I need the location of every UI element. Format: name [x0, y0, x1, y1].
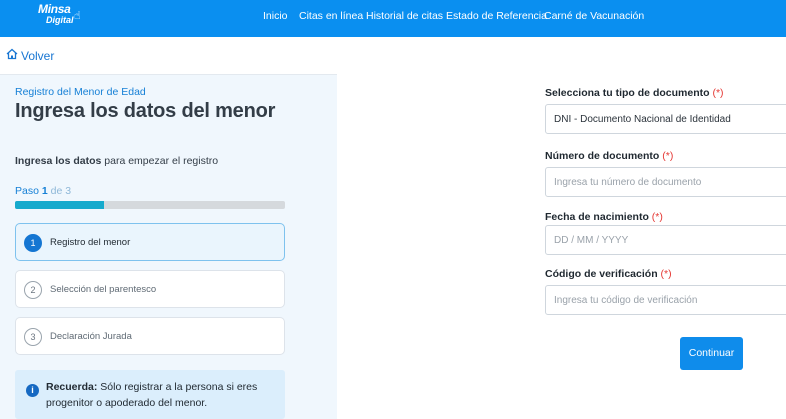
verification-code-label: Código de verificación (*)	[545, 268, 672, 280]
nav-estado-de-referencia[interactable]: Estado de Referencia	[446, 10, 547, 22]
doc-type-select[interactable]: DNI - Documento Nacional de Identidad	[545, 104, 786, 134]
minsa-digital-logo[interactable]: Minsa Digital ☝	[38, 2, 81, 25]
top-navbar: Minsa Digital ☝ Inicio Citas en línea Hi…	[0, 0, 786, 37]
hand-pointer-icon: ☝	[74, 10, 81, 22]
step-label: Registro del menor	[50, 237, 131, 248]
birth-date-label-text: Fecha de nacimiento	[545, 211, 649, 223]
nav-inicio[interactable]: Inicio	[263, 10, 288, 22]
home-icon[interactable]	[6, 48, 18, 60]
progress-fill	[15, 201, 105, 209]
page-subtitle: Registro del Menor de Edad	[15, 86, 146, 98]
left-panel: Volver Registro del Menor de Edad Ingres…	[0, 37, 337, 419]
doc-number-label-text: Número de documento	[545, 150, 660, 162]
intro-bold: Ingresa los datos	[15, 155, 102, 167]
intro-text: Ingresa los datos para empezar el regist…	[15, 155, 218, 167]
doc-number-input[interactable]: Ingresa tu número de documento	[545, 167, 786, 197]
verification-code-input[interactable]: Ingresa tu código de verificación	[545, 285, 786, 315]
step-label: Selección del parentesco	[50, 284, 157, 295]
required-mark: (*)	[662, 150, 674, 162]
step-label: Declaración Jurada	[50, 331, 132, 342]
continue-button[interactable]: Continuar	[680, 337, 743, 370]
birth-date-label: Fecha de nacimiento (*)	[545, 211, 663, 223]
doc-type-label: Selecciona tu tipo de documento (*)	[545, 87, 724, 99]
verification-code-label-text: Código de verificación	[545, 268, 658, 280]
birth-date-placeholder: DD / MM / YYYY	[554, 235, 629, 246]
doc-number-label: Número de documento (*)	[545, 150, 673, 162]
step-item-declaracion[interactable]: 3 Declaración Jurada	[15, 317, 285, 355]
doc-type-value: DNI - Documento Nacional de Identidad	[554, 114, 731, 125]
step-number: 3	[24, 328, 42, 346]
step-item-registro[interactable]: 1 Registro del menor	[15, 223, 285, 261]
doc-number-placeholder: Ingresa tu número de documento	[554, 177, 702, 188]
progress-bar	[15, 201, 285, 209]
required-mark: (*)	[651, 211, 663, 223]
step-item-parentesco[interactable]: 2 Selección del parentesco	[15, 270, 285, 308]
doc-type-label-text: Selecciona tu tipo de documento	[545, 87, 710, 99]
required-mark: (*)	[712, 87, 724, 99]
step-number: 1	[24, 234, 42, 252]
page-title: Ingresa los datos del menor	[15, 100, 276, 122]
reminder-text: Recuerda: Sólo registrar a la persona si…	[46, 379, 278, 411]
step-number: 2	[24, 281, 42, 299]
step-indicator: Paso 1 de 3	[15, 185, 71, 197]
nav-historial-de-citas[interactable]: Historial de citas	[366, 10, 443, 22]
step-total: de 3	[47, 185, 72, 197]
step-prefix: Paso	[15, 185, 42, 197]
birth-date-input[interactable]: DD / MM / YYYY	[545, 225, 786, 255]
back-bar: Volver	[0, 37, 337, 75]
required-mark: (*)	[660, 268, 672, 280]
logo-text-sub: Digital	[46, 15, 74, 25]
nav-carne-de-vacunacion[interactable]: Carné de Vacunación	[544, 10, 644, 22]
nav-citas-en-linea[interactable]: Citas en línea	[299, 10, 363, 22]
reminder-bold: Recuerda:	[46, 381, 98, 393]
reminder-notice: i Recuerda: Sólo registrar a la persona …	[15, 370, 285, 419]
back-link[interactable]: Volver	[21, 49, 54, 63]
intro-rest: para empezar el registro	[101, 155, 219, 167]
logo-text-main: Minsa	[38, 2, 71, 16]
info-icon: i	[26, 384, 39, 397]
verification-code-placeholder: Ingresa tu código de verificación	[554, 295, 698, 306]
